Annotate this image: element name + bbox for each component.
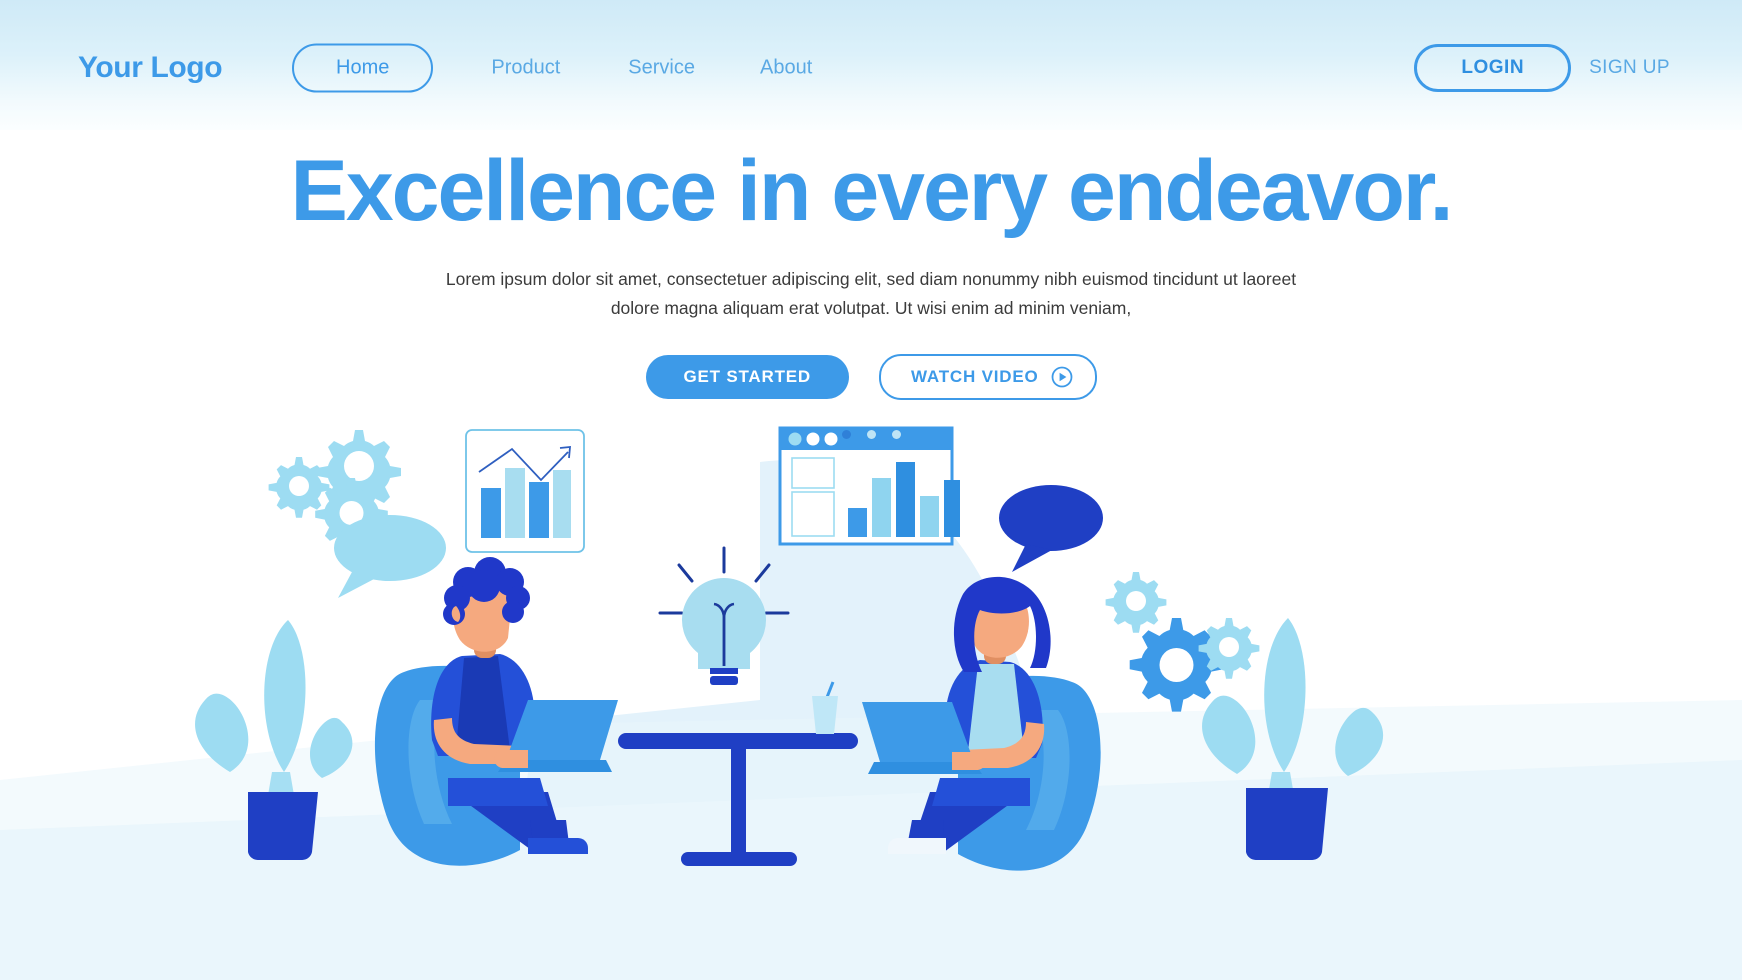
browser-bar-5	[944, 480, 960, 537]
watch-video-label: WATCH VIDEO	[911, 366, 1039, 386]
nav-item-service[interactable]: Service	[628, 46, 695, 91]
table-leg	[731, 749, 746, 857]
chart-bar-4	[553, 470, 571, 538]
landing-page: Your Logo Home Product Service About LOG…	[0, 0, 1742, 980]
login-button[interactable]: LOGIN	[1414, 44, 1572, 92]
browser-bar-1	[848, 508, 867, 537]
nav-item-product[interactable]: Product	[491, 46, 560, 91]
nav-item-about[interactable]: About	[760, 46, 812, 91]
person-left-thigh	[448, 778, 548, 806]
plant-right-pot	[1246, 788, 1328, 861]
browser-bar-2	[872, 478, 891, 537]
browser-bar-4	[920, 496, 939, 537]
carousel-dot-3[interactable]	[891, 429, 901, 439]
hero-cta-row: GET STARTED WATCH VIDEO	[0, 353, 1742, 400]
chart-bar-3	[529, 482, 549, 538]
table-foot	[681, 852, 797, 866]
nav-item-home[interactable]: Home	[292, 43, 434, 93]
hero-illustration	[0, 400, 1742, 980]
chart-bar-1	[481, 488, 501, 538]
signup-link[interactable]: SIGN UP	[1589, 57, 1670, 79]
watch-video-button[interactable]: WATCH VIDEO	[879, 353, 1097, 400]
play-icon	[1051, 366, 1072, 388]
person-right-shoe	[888, 838, 946, 854]
person-right-hands	[952, 752, 986, 770]
carousel-dot-2[interactable]	[866, 429, 876, 439]
site-header: Your Logo Home Product Service About LOG…	[0, 0, 1742, 130]
hero-section: Excellence in every endeavor. Lorem ipsu…	[0, 130, 1742, 439]
browser-placeholder-1	[791, 457, 835, 489]
hero-subtitle: Lorem ipsum dolor sit amet, consectetuer…	[445, 269, 1297, 318]
site-logo[interactable]: Your Logo	[78, 51, 223, 85]
person-right-thigh	[932, 778, 1030, 806]
white-sweep-right	[1180, 400, 1742, 700]
primary-nav: Home Product Service About	[292, 43, 812, 93]
lightbulb-base-2	[710, 676, 738, 685]
get-started-button[interactable]: GET STARTED	[645, 354, 849, 399]
table-top	[618, 733, 858, 749]
carousel-dots	[0, 429, 1742, 439]
navbar: Your Logo Home Product Service About LOG…	[0, 38, 1742, 98]
person-left-hands	[494, 750, 528, 768]
browser-bar-3	[896, 462, 915, 537]
drink-cup-body	[812, 696, 838, 734]
browser-placeholder-2	[791, 491, 835, 537]
lightbulb-base-1	[710, 668, 738, 674]
chart-bar-2	[505, 468, 525, 538]
carousel-dot-1[interactable]	[841, 429, 851, 439]
browser-window-card	[778, 426, 960, 546]
chart-card	[465, 429, 585, 553]
person-left-shoe	[528, 838, 588, 854]
auth-actions: LOGIN SIGN UP	[1414, 44, 1670, 92]
plant-left-pot	[248, 792, 318, 861]
page-title: Excellence in every endeavor.	[290, 143, 1453, 239]
